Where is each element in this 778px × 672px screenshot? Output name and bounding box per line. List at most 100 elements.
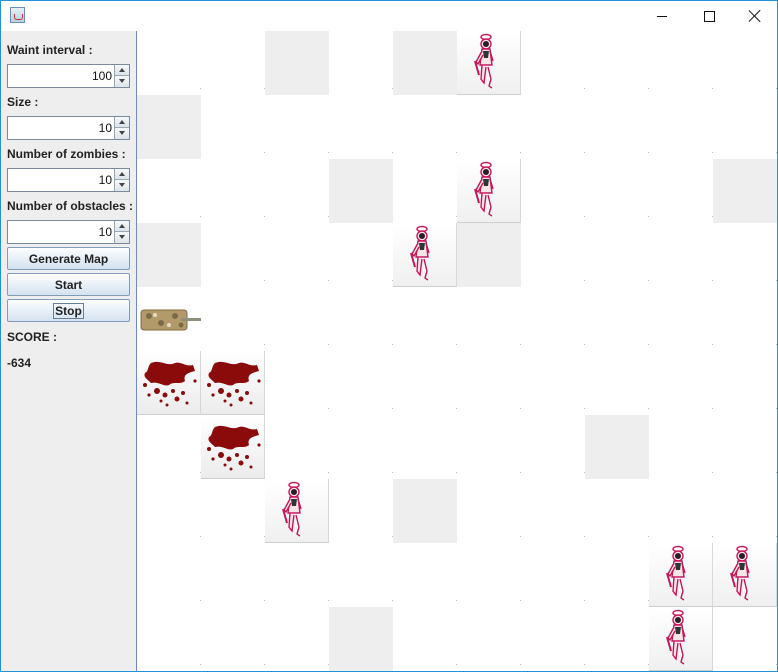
zombie-cell	[393, 223, 457, 287]
empty-cell	[201, 95, 265, 159]
empty-cell	[649, 479, 713, 543]
obstacle-cell	[457, 223, 521, 287]
obstacle-cell	[137, 95, 201, 159]
empty-cell	[521, 607, 585, 671]
start-button[interactable]: Start	[7, 273, 130, 296]
generate-map-label: Generate Map	[28, 251, 109, 266]
spin-down-arrow-icon[interactable]	[114, 180, 129, 191]
empty-cell	[137, 31, 201, 95]
empty-cell	[265, 415, 329, 479]
empty-cell	[713, 95, 777, 159]
empty-cell	[649, 95, 713, 159]
empty-cell	[649, 351, 713, 415]
size-value[interactable]: 10	[99, 121, 112, 135]
empty-cell	[585, 287, 649, 351]
empty-cell	[137, 607, 201, 671]
close-button[interactable]	[732, 1, 777, 31]
blood-splatter-icon	[207, 425, 261, 471]
empty-cell	[265, 95, 329, 159]
empty-cell	[201, 479, 265, 543]
empty-cell	[393, 95, 457, 159]
empty-cell	[457, 415, 521, 479]
maximize-button[interactable]	[686, 1, 732, 31]
empty-cell	[649, 223, 713, 287]
zombie-cell	[265, 479, 329, 543]
spin-up-arrow-icon[interactable]	[114, 221, 129, 232]
zombies-label: Number of zombies :	[7, 147, 126, 161]
start-label: Start	[54, 277, 83, 292]
zombies-spinner[interactable]: 10	[7, 168, 130, 192]
empty-cell	[521, 479, 585, 543]
empty-cell	[713, 287, 777, 351]
empty-cell	[137, 479, 201, 543]
score-value: -634	[7, 356, 32, 370]
zombie-icon	[282, 481, 302, 537]
empty-cell	[649, 159, 713, 223]
obstacle-cell	[393, 479, 457, 543]
zombie-cell	[649, 607, 713, 671]
blood-cell	[201, 415, 265, 479]
empty-cell	[585, 31, 649, 95]
spin-down-arrow-icon[interactable]	[114, 128, 129, 139]
tank-cell	[137, 287, 201, 351]
stop-button[interactable]: Stop	[7, 299, 130, 322]
zombies-value[interactable]: 10	[99, 173, 112, 187]
empty-cell	[521, 543, 585, 607]
empty-cell	[329, 543, 393, 607]
empty-cell	[393, 287, 457, 351]
wait-interval-spinner[interactable]: 100	[7, 64, 130, 88]
empty-cell	[329, 223, 393, 287]
wait-interval-label: Waint interval :	[7, 43, 93, 57]
zombie-icon	[474, 161, 494, 217]
empty-cell	[585, 159, 649, 223]
zombie-icon	[410, 225, 430, 281]
blood-splatter-icon	[207, 361, 261, 407]
empty-cell	[713, 415, 777, 479]
game-map[interactable]	[137, 31, 777, 671]
empty-cell	[585, 351, 649, 415]
empty-cell	[329, 415, 393, 479]
empty-cell	[585, 95, 649, 159]
close-icon	[749, 10, 761, 22]
minimize-button[interactable]	[639, 1, 685, 31]
zombie-icon	[666, 545, 686, 601]
spin-down-arrow-icon[interactable]	[114, 76, 129, 87]
size-spinner[interactable]: 10	[7, 116, 130, 140]
obstacles-spinner[interactable]: 10	[7, 220, 130, 244]
control-panel: Waint interval : 100 Size : 10 Number of…	[1, 31, 137, 671]
obstacle-cell	[329, 607, 393, 671]
tank-icon	[140, 309, 201, 331]
empty-cell	[265, 223, 329, 287]
empty-cell	[585, 479, 649, 543]
zombie-cell	[649, 543, 713, 607]
spin-up-arrow-icon[interactable]	[114, 169, 129, 180]
zombie-icon	[474, 33, 494, 89]
spin-up-arrow-icon[interactable]	[114, 117, 129, 128]
obstacles-value[interactable]: 10	[99, 225, 112, 239]
empty-cell	[393, 415, 457, 479]
generate-map-button[interactable]: Generate Map	[7, 247, 130, 270]
empty-cell	[329, 351, 393, 415]
empty-cell	[585, 543, 649, 607]
empty-cell	[201, 159, 265, 223]
size-label: Size :	[7, 95, 39, 109]
obstacle-cell	[137, 223, 201, 287]
empty-cell	[201, 607, 265, 671]
empty-cell	[393, 159, 457, 223]
obstacle-cell	[265, 31, 329, 95]
empty-cell	[585, 223, 649, 287]
empty-cell	[457, 479, 521, 543]
empty-cell	[201, 287, 265, 351]
wait-interval-value[interactable]: 100	[92, 69, 112, 83]
empty-cell	[393, 607, 457, 671]
java-app-icon	[10, 7, 25, 23]
blood-splatter-icon	[143, 361, 197, 407]
spin-down-arrow-icon[interactable]	[114, 232, 129, 243]
empty-cell	[137, 415, 201, 479]
empty-cell	[457, 543, 521, 607]
empty-cell	[265, 287, 329, 351]
spin-up-arrow-icon[interactable]	[114, 65, 129, 76]
empty-cell	[713, 479, 777, 543]
zombie-cell	[457, 31, 521, 95]
empty-cell	[649, 31, 713, 95]
